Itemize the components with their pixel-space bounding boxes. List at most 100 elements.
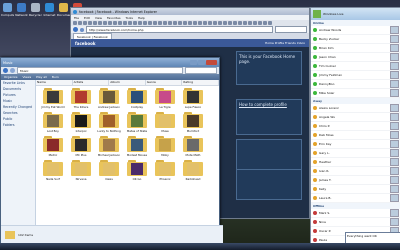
contact-item[interactable]: DannyBoo bbox=[311, 80, 400, 89]
folder-item[interactable]: Nirvana bbox=[67, 160, 95, 181]
nav-link[interactable]: Folders bbox=[1, 122, 35, 128]
toolbar-icon[interactable] bbox=[268, 21, 272, 25]
facebook-nav[interactable]: Home Profile Friends Inbox bbox=[265, 41, 305, 45]
folder-item[interactable]: The Killers bbox=[67, 88, 95, 109]
url-input[interactable]: http://www.facebook.com/home.php bbox=[86, 26, 273, 33]
contact-item[interactable]: James T. bbox=[311, 176, 400, 185]
toolbar-icon[interactable] bbox=[198, 21, 202, 25]
folder-item[interactable]: Radiohead bbox=[179, 160, 207, 181]
toolbar-icon[interactable] bbox=[228, 21, 232, 25]
toolbar-icon[interactable] bbox=[98, 21, 102, 25]
folder-item[interactable]: Mute Math bbox=[179, 136, 207, 157]
search-box[interactable] bbox=[275, 26, 307, 33]
toolbar-icon[interactable] bbox=[78, 21, 82, 25]
search-input[interactable] bbox=[185, 67, 217, 74]
menu-item[interactable]: Edit bbox=[84, 16, 90, 20]
column-header[interactable]: Rating bbox=[182, 80, 219, 85]
contact-item[interactable]: Becky Zucker bbox=[311, 35, 400, 44]
contact-item[interactable]: Mark S. bbox=[311, 209, 400, 218]
folder-item[interactable]: OK Go bbox=[123, 160, 151, 181]
toolbar-icon[interactable] bbox=[83, 21, 87, 25]
folder-item[interactable]: Le Tigre bbox=[151, 88, 179, 109]
toolbar-icon[interactable] bbox=[163, 21, 167, 25]
toolbar-icon[interactable] bbox=[73, 21, 77, 25]
folder-item[interactable]: Muse bbox=[151, 112, 179, 133]
folder-item[interactable]: Moby bbox=[151, 136, 179, 157]
folder-item[interactable]: Mumford bbox=[179, 112, 207, 133]
contact-item[interactable]: Gary L. bbox=[311, 149, 400, 158]
toolbar-icon[interactable] bbox=[223, 21, 227, 25]
contact-item[interactable]: Erin Kay bbox=[311, 140, 400, 149]
folder-item[interactable]: Coldplay bbox=[123, 88, 151, 109]
toolbar-icon[interactable] bbox=[108, 21, 112, 25]
folder-item[interactable]: Modest Mouse bbox=[123, 136, 151, 157]
tab-facebook[interactable]: facebook | Facebook bbox=[73, 33, 112, 39]
desktop-icon[interactable]: Recycle Bin bbox=[29, 3, 42, 17]
desktop-icon[interactable]: Internet bbox=[43, 3, 56, 17]
contact-item[interactable]: Alexis Lorenz bbox=[311, 104, 400, 113]
menu-item[interactable]: Tools bbox=[126, 16, 133, 20]
contact-item[interactable]: Jason Chan bbox=[311, 53, 400, 62]
contact-item[interactable]: Angela Wu bbox=[311, 113, 400, 122]
contact-item[interactable]: Brian Kim bbox=[311, 44, 400, 53]
contact-item[interactable]: Ivan R. bbox=[311, 167, 400, 176]
toolbar-icon[interactable] bbox=[178, 21, 182, 25]
maximize-button[interactable] bbox=[198, 60, 205, 65]
contact-item[interactable]: Mike Soler bbox=[311, 89, 400, 98]
minimize-button[interactable] bbox=[190, 60, 197, 65]
folder-item[interactable]: MC Plus bbox=[67, 136, 95, 157]
toolbar-button[interactable]: Burn bbox=[52, 75, 59, 79]
desktop-icon[interactable]: Computer bbox=[1, 3, 14, 17]
toolbar-icon[interactable] bbox=[203, 21, 207, 25]
desktop-icon[interactable]: Documents bbox=[57, 3, 70, 17]
folder-item[interactable]: Andrew Jackson bbox=[95, 88, 123, 109]
column-header[interactable]: Album bbox=[109, 80, 146, 85]
folder-item[interactable]: Jimmy Eat World bbox=[39, 88, 67, 109]
toolbar-icon[interactable] bbox=[218, 21, 222, 25]
contact-item[interactable]: Tim Cuzner bbox=[311, 62, 400, 71]
toolbar-icon[interactable] bbox=[208, 21, 212, 25]
toolbar-icon[interactable] bbox=[123, 21, 127, 25]
toolbar-icon[interactable] bbox=[143, 21, 147, 25]
folder-item[interactable]: Lucky to Nothing bbox=[95, 112, 123, 133]
contact-item[interactable]: Deb Moss bbox=[311, 131, 400, 140]
facebook-profile-box[interactable]: How to complete profile bbox=[236, 99, 302, 135]
column-header[interactable]: Artists bbox=[73, 80, 110, 85]
facebook-logo[interactable]: facebook bbox=[75, 41, 96, 46]
toolbar-icon[interactable] bbox=[263, 21, 267, 25]
explorer-title-bar[interactable]: Music bbox=[1, 58, 219, 67]
folder-item[interactable]: Oasis bbox=[95, 160, 123, 181]
toolbar-icon[interactable] bbox=[173, 21, 177, 25]
folder-item[interactable]: Mates of State bbox=[123, 112, 151, 133]
toolbar-icon[interactable] bbox=[158, 21, 162, 25]
contact-item[interactable]: Heather bbox=[311, 158, 400, 167]
folder-item[interactable]: Interpol bbox=[67, 112, 95, 133]
contact-item[interactable]: Chris P. bbox=[311, 122, 400, 131]
toolbar-icon[interactable] bbox=[88, 21, 92, 25]
menu-item[interactable]: Help bbox=[138, 16, 145, 20]
contact-item[interactable]: Jimmy Feldman bbox=[311, 71, 400, 80]
toolbar-icon[interactable] bbox=[193, 21, 197, 25]
back-icon[interactable] bbox=[73, 27, 78, 32]
toolbar-icon[interactable] bbox=[243, 21, 247, 25]
back-icon[interactable] bbox=[3, 68, 8, 73]
folder-item[interactable]: Phoenix bbox=[151, 160, 179, 181]
menu-item[interactable]: View bbox=[95, 16, 102, 20]
toolbar-icon[interactable] bbox=[118, 21, 122, 25]
contact-item[interactable]: Andrew Woods bbox=[311, 26, 400, 35]
toolbar-icon[interactable] bbox=[213, 21, 217, 25]
toolbar-icon[interactable] bbox=[113, 21, 117, 25]
forward-icon[interactable] bbox=[10, 68, 15, 73]
menu-item[interactable]: Favorites bbox=[107, 16, 121, 20]
contact-item[interactable]: Nina bbox=[311, 218, 400, 227]
toolbar-icon[interactable] bbox=[248, 21, 252, 25]
toolbar-button[interactable]: Organize bbox=[4, 75, 17, 79]
menu-item[interactable]: File bbox=[74, 16, 79, 20]
toolbar-icon[interactable] bbox=[153, 21, 157, 25]
toolbar-icon[interactable] bbox=[138, 21, 142, 25]
toolbar-icon[interactable] bbox=[233, 21, 237, 25]
folder-item[interactable]: Lost Boy bbox=[39, 112, 67, 133]
toolbar-icon[interactable] bbox=[188, 21, 192, 25]
toolbar-icon[interactable] bbox=[128, 21, 132, 25]
folder-item[interactable]: Metric bbox=[39, 136, 67, 157]
